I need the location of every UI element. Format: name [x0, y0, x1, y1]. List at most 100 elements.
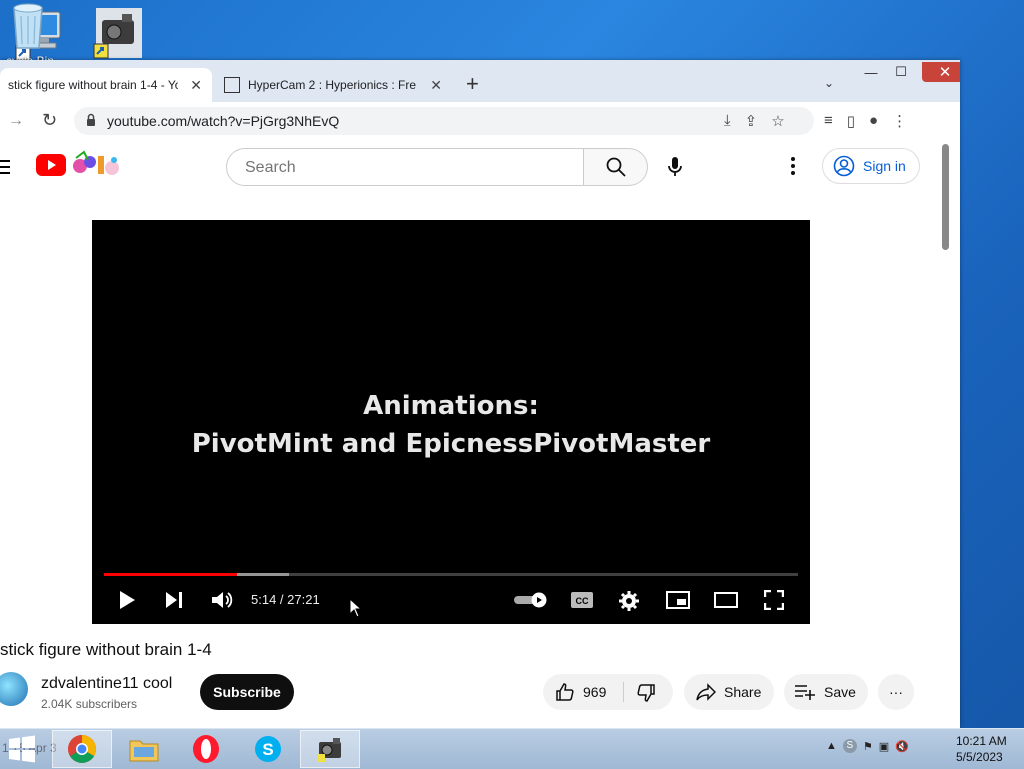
archive-favicon-icon — [224, 77, 240, 93]
tab-search-icon[interactable]: ⌄ — [824, 76, 834, 90]
captions-icon[interactable]: CC — [570, 591, 594, 609]
add-to-playlist-icon — [795, 685, 815, 700]
share-page-icon[interactable]: ⇪ — [745, 112, 758, 130]
side-panel-icon[interactable]: ▯ — [847, 112, 855, 130]
svg-text:S: S — [262, 740, 273, 759]
sign-in-button[interactable]: Sign in — [822, 148, 920, 184]
video-frame-text: Animations: PivotMint and EpicnessPivotM… — [92, 387, 810, 463]
clock-date: 5/5/2023 — [956, 750, 1003, 764]
search-icon — [606, 157, 626, 177]
like-count: 969 — [583, 684, 607, 700]
new-tab-button[interactable]: + — [466, 73, 479, 95]
network-icon[interactable]: ▣ — [879, 740, 889, 753]
taskbar-hypercam[interactable] — [300, 730, 360, 768]
subscriber-count: 2.04K subscribers — [41, 697, 138, 711]
folder-icon — [129, 740, 159, 762]
system-clock[interactable]: 10:21 AM 5/5/2023 — [956, 733, 1007, 765]
more-actions-button[interactable]: ··· — [878, 674, 914, 710]
account-icon — [833, 155, 855, 177]
bookmark-star-icon[interactable]: ☆ — [771, 112, 784, 130]
window-controls: — ☐ ✕ — [856, 62, 960, 84]
channel-name[interactable]: zdvalentine11 cool — [41, 675, 172, 693]
share-arrow-icon — [696, 683, 716, 701]
play-icon[interactable] — [118, 590, 136, 610]
profile-icon[interactable]: ● — [869, 112, 878, 130]
microphone-icon[interactable] — [664, 156, 686, 178]
reload-icon[interactable]: ↻ — [42, 110, 57, 131]
browser-toolbar: → ↻ youtube.com/watch?v=PjGrg3NhEvQ ⤓ ⇪ … — [0, 102, 960, 141]
more-options-icon[interactable] — [786, 154, 800, 178]
close-window-button[interactable]: ✕ — [922, 62, 960, 82]
time-display: 5:14 / 27:21 — [251, 592, 320, 607]
chrome-window: stick figure without brain 1-4 - Yo ✕ Hy… — [0, 60, 960, 728]
like-dislike-group: 969 — [543, 674, 673, 710]
hypercam-icon — [317, 738, 341, 762]
save-label: Save — [824, 684, 856, 700]
share-label: Share — [724, 684, 762, 700]
subscribe-button[interactable]: Subscribe — [200, 674, 294, 710]
media-control-icon[interactable]: ≡ — [824, 112, 833, 130]
address-bar[interactable]: youtube.com/watch?v=PjGrg3NhEvQ ⤓ ⇪ ☆ — [74, 107, 814, 135]
minimize-button[interactable]: — — [856, 62, 886, 82]
like-divider — [623, 682, 624, 702]
svg-text:CC: CC — [576, 596, 589, 606]
tab-close-icon[interactable]: ✕ — [430, 77, 442, 94]
scrollbar-thumb[interactable] — [942, 144, 949, 250]
tab-youtube[interactable]: stick figure without brain 1-4 - Yo ✕ — [0, 68, 212, 102]
settings-gear-icon[interactable] — [618, 590, 640, 612]
taskbar: 1 75 Apr 3 S — [0, 728, 1024, 769]
fullscreen-icon[interactable] — [764, 590, 784, 610]
channel-avatar[interactable] — [0, 672, 28, 706]
search-input[interactable] — [243, 158, 567, 178]
maximize-button[interactable]: ☐ — [886, 62, 916, 82]
tab-title: stick figure without brain 1-4 - Yo — [8, 78, 178, 92]
next-icon[interactable] — [164, 590, 184, 610]
share-button[interactable]: Share — [684, 674, 774, 710]
youtube-doodle-icon[interactable] — [70, 150, 122, 180]
youtube-page: Sign in Animations: PivotMint and Epicne… — [0, 140, 940, 728]
dislike-thumb-icon[interactable] — [636, 683, 656, 703]
action-center-flag-icon[interactable]: ⚑ — [863, 740, 873, 753]
sign-in-label: Sign in — [863, 158, 906, 174]
show-hidden-icons-icon[interactable]: ▲ — [826, 740, 837, 752]
autoplay-toggle-icon[interactable] — [513, 592, 549, 608]
search-button[interactable] — [584, 148, 648, 186]
tab-close-icon[interactable]: ✕ — [190, 77, 202, 94]
taskbar-opera[interactable] — [176, 730, 236, 768]
hypercam-desktop-icon[interactable] — [90, 6, 146, 62]
volume-muted-icon[interactable]: 🔇 — [895, 740, 909, 753]
lock-icon — [87, 113, 95, 126]
search-box — [226, 148, 584, 186]
taskbar-explorer[interactable] — [114, 730, 174, 768]
mouse-cursor-icon — [349, 598, 363, 618]
opera-icon — [193, 735, 219, 763]
player-controls: 5:14 / 27:21 CC — [92, 582, 810, 618]
install-app-icon[interactable]: ⤓ — [724, 112, 731, 130]
youtube-logo-icon[interactable] — [36, 154, 66, 176]
tab-title: HyperCam 2 : Hyperionics : Free — [248, 78, 416, 92]
taskbar-chrome[interactable] — [52, 730, 112, 768]
frame-text-line-1: Animations: — [363, 391, 539, 421]
tab-hypercam[interactable]: HyperCam 2 : Hyperionics : Free ✕ — [216, 68, 452, 102]
url-text: youtube.com/watch?v=PjGrg3NhEvQ — [107, 113, 340, 129]
tab-strip: stick figure without brain 1-4 - Yo ✕ Hy… — [0, 60, 960, 102]
skype-tray-icon[interactable]: S — [842, 739, 857, 753]
system-tray: ▲ S ⚑ ▣ 🔇 — [826, 739, 909, 753]
start-windows-icon[interactable] — [6, 735, 38, 763]
theater-mode-icon[interactable] — [714, 592, 738, 608]
skype-icon: S — [255, 736, 281, 762]
like-thumb-icon[interactable] — [555, 682, 575, 702]
frame-text-line-2: PivotMint and EpicnessPivotMaster — [191, 429, 711, 459]
progress-bar[interactable] — [104, 573, 798, 576]
chrome-menu-icon[interactable]: ⋮ — [892, 112, 907, 130]
save-button[interactable]: Save — [784, 674, 868, 710]
volume-icon[interactable] — [210, 590, 234, 610]
miniplayer-icon[interactable] — [666, 591, 690, 609]
forward-arrow-icon[interactable]: → — [8, 112, 24, 130]
taskbar-skype[interactable]: S — [238, 730, 298, 768]
hamburger-menu-icon[interactable] — [0, 160, 12, 178]
clock-time: 10:21 AM — [956, 734, 1007, 748]
video-title: stick figure without brain 1-4 — [0, 640, 212, 659]
progress-played — [104, 573, 237, 576]
video-player[interactable]: Animations: PivotMint and EpicnessPivotM… — [92, 220, 810, 624]
